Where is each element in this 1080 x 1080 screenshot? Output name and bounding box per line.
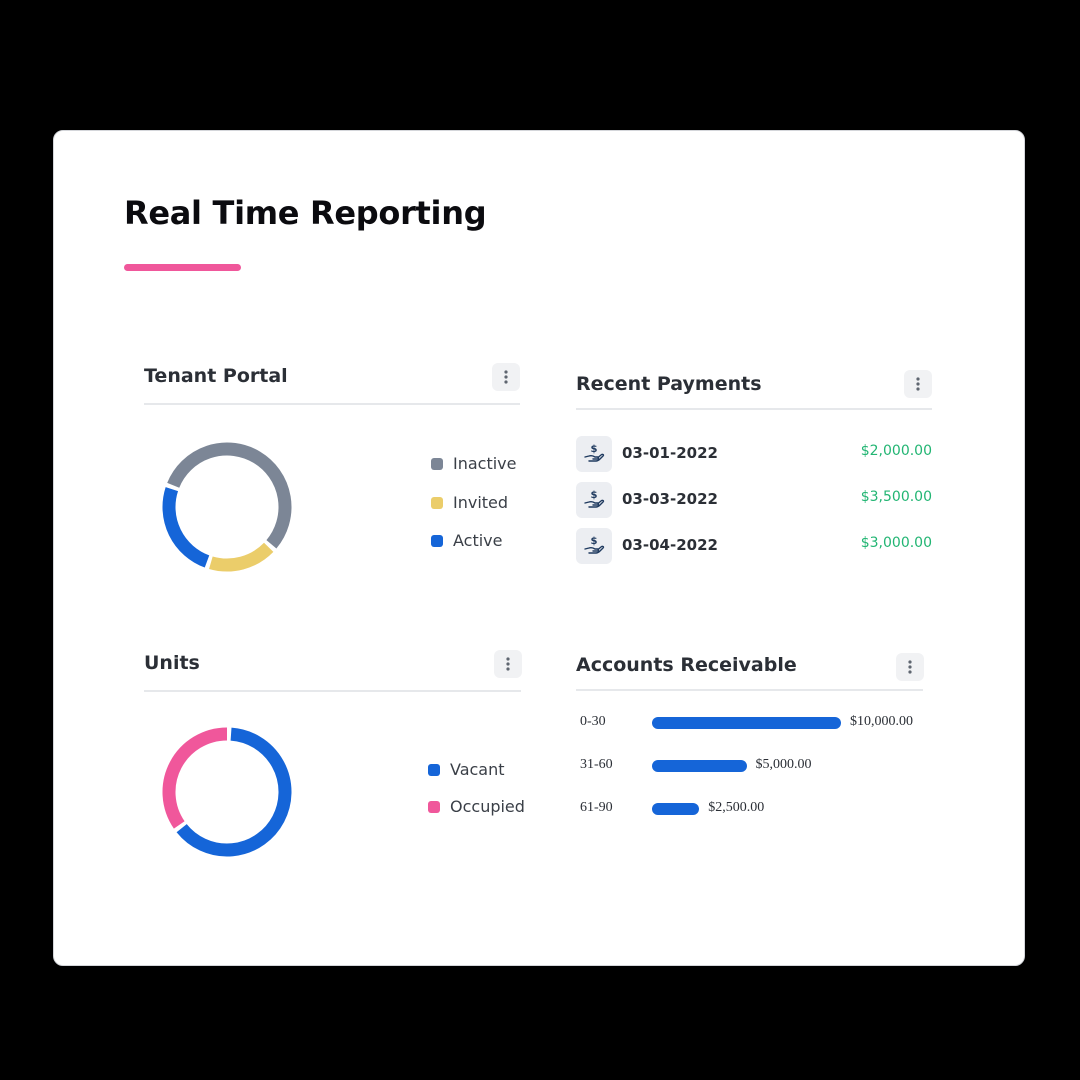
ar-bar xyxy=(652,803,700,815)
legend-label: Occupied xyxy=(450,797,525,816)
legend-item-active: Active xyxy=(431,531,503,550)
ar-row: 31-60 $5,000.00 xyxy=(580,756,940,776)
accounts-receivable-divider xyxy=(576,689,923,691)
ar-amount: $10,000.00 xyxy=(850,714,913,729)
payment-date: 03-03-2022 xyxy=(622,490,718,508)
accounts-receivable-title: Accounts Receivable xyxy=(576,654,797,676)
legend-label: Inactive xyxy=(453,454,517,473)
units-divider xyxy=(144,690,521,692)
more-vertical-icon xyxy=(506,657,510,671)
accounts-receivable-menu-button[interactable] xyxy=(896,653,924,681)
svg-text:$: $ xyxy=(591,444,598,455)
tenant-portal-menu-button[interactable] xyxy=(492,363,520,391)
more-vertical-icon xyxy=(916,377,920,391)
svg-text:$: $ xyxy=(591,536,598,547)
ar-bucket-label: 61-90 xyxy=(580,800,613,815)
recent-payments-divider xyxy=(576,408,932,410)
more-vertical-icon xyxy=(504,370,508,384)
ar-bucket-label: 31-60 xyxy=(580,757,613,772)
payment-row[interactable]: $ 03-01-2022 $2,000.00 xyxy=(576,436,932,472)
payment-row[interactable]: $ 03-04-2022 $3,000.00 xyxy=(576,528,932,564)
recent-payments-menu-button[interactable] xyxy=(904,370,932,398)
donut-slice-active xyxy=(162,487,210,568)
title-accent-underline xyxy=(124,264,241,271)
ar-row: 61-90 $2,500.00 xyxy=(580,799,940,819)
ar-bar xyxy=(652,717,841,729)
payment-row[interactable]: $ 03-03-2022 $3,500.00 xyxy=(576,482,932,518)
ar-amount: $5,000.00 xyxy=(755,757,812,772)
legend-item-vacant: Vacant xyxy=(428,760,505,779)
hand-dollar-icon: $ xyxy=(576,436,612,472)
payment-date: 03-01-2022 xyxy=(622,444,718,462)
legend-item-occupied: Occupied xyxy=(428,797,525,816)
legend-label: Invited xyxy=(453,493,509,512)
hand-dollar-icon: $ xyxy=(576,482,612,518)
ar-row: 0-30 $10,000.00 xyxy=(580,713,940,733)
legend-item-inactive: Inactive xyxy=(431,454,517,473)
donut-slice-occupied xyxy=(162,727,228,829)
legend-item-invited: Invited xyxy=(431,493,508,512)
legend-label: Vacant xyxy=(450,760,505,779)
legend-label: Active xyxy=(453,531,503,550)
units-title: Units xyxy=(144,652,200,674)
more-vertical-icon xyxy=(908,660,912,674)
svg-text:$: $ xyxy=(591,490,598,501)
tenant-portal-donut-chart xyxy=(162,442,292,572)
units-donut-chart xyxy=(162,727,292,857)
payment-amount: $2,000.00 xyxy=(860,443,932,459)
page-title: Real Time Reporting xyxy=(124,194,487,232)
legend-swatch xyxy=(428,800,440,813)
hand-dollar-icon: $ xyxy=(576,528,612,564)
payment-date: 03-04-2022 xyxy=(622,536,718,554)
payment-amount: $3,000.00 xyxy=(860,535,932,551)
tenant-portal-title: Tenant Portal xyxy=(144,365,288,387)
donut-slice-inactive xyxy=(167,442,292,549)
legend-swatch xyxy=(431,534,443,547)
donut-slice-invited xyxy=(209,542,274,572)
payment-amount: $3,500.00 xyxy=(860,489,932,505)
legend-swatch xyxy=(428,763,440,776)
ar-bucket-label: 0-30 xyxy=(580,714,606,729)
recent-payments-title: Recent Payments xyxy=(576,373,762,395)
ar-amount: $2,500.00 xyxy=(708,800,765,815)
tenant-portal-divider xyxy=(144,403,520,405)
donut-slice-vacant xyxy=(176,727,292,857)
legend-swatch xyxy=(431,496,443,509)
legend-swatch xyxy=(431,457,443,470)
ar-bar xyxy=(652,760,747,772)
units-menu-button[interactable] xyxy=(494,650,522,678)
